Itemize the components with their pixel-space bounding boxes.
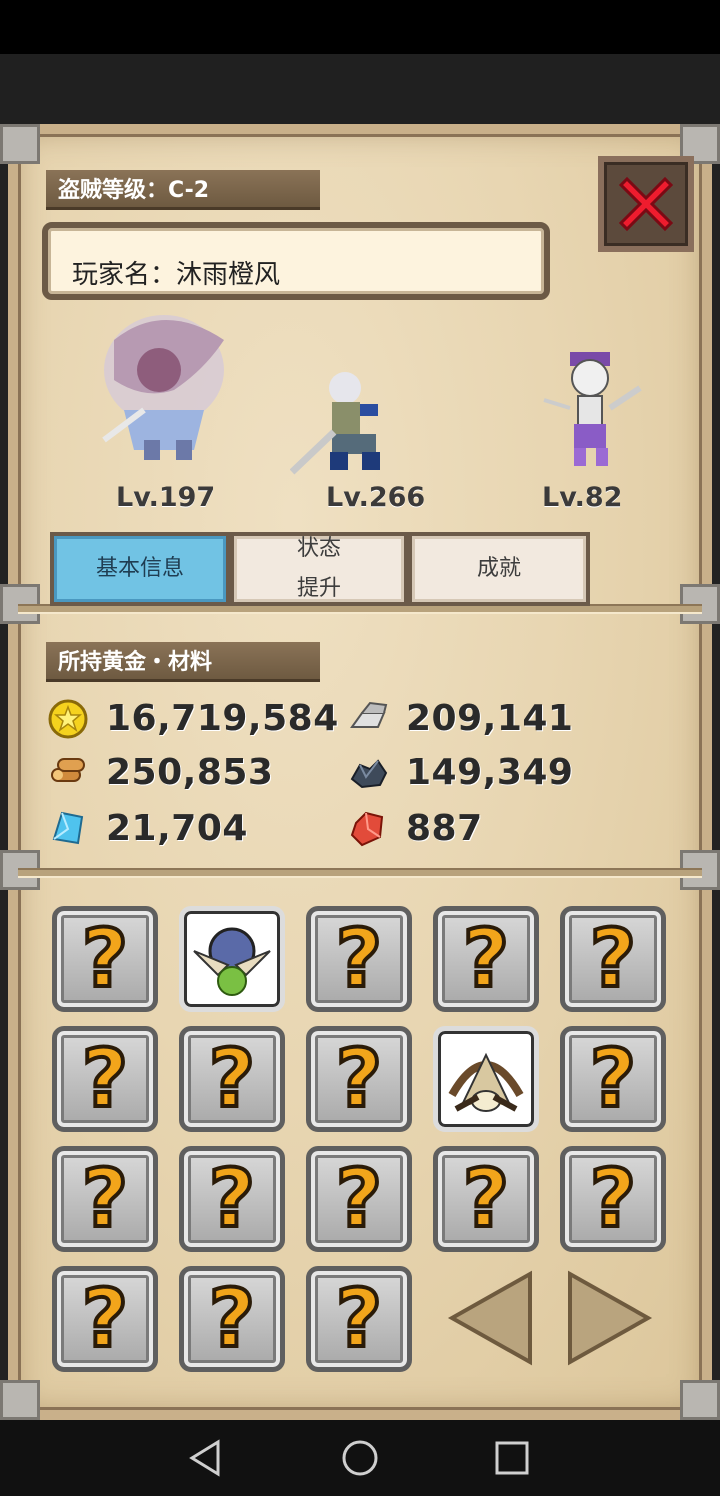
red-gem-icon: [348, 809, 388, 849]
collection-slot-locked[interactable]: ?: [306, 1146, 412, 1252]
question-mark-icon: ?: [80, 1032, 130, 1125]
thief-level-label: 盗贼等级：C-2: [46, 170, 320, 210]
ore-value: 149,349: [406, 752, 574, 793]
question-mark-icon: ?: [588, 912, 638, 1005]
question-mark-icon: ?: [334, 1152, 384, 1245]
home-icon[interactable]: [338, 1436, 382, 1480]
resources-section-title: 所持黄金・材料: [46, 642, 320, 682]
collection-slot-owned[interactable]: [179, 906, 285, 1012]
tab-status-upgrade-line2: 提升: [296, 576, 341, 601]
question-mark-icon: ?: [334, 1272, 384, 1365]
collection-slot-locked[interactable]: ?: [306, 1266, 412, 1372]
gem-row: 887: [348, 808, 483, 849]
gem-value: 887: [406, 808, 483, 849]
question-mark-icon: ?: [80, 1272, 130, 1365]
ore-row: 149,349: [348, 752, 573, 793]
frame-corner: [0, 124, 40, 164]
question-mark-icon: ?: [334, 1032, 384, 1125]
character-level-3: Lv.82: [542, 482, 623, 513]
tab-status-upgrade[interactable]: 状态 提升: [230, 532, 408, 606]
crystal-row: 21,704: [48, 808, 248, 849]
question-mark-icon: ?: [588, 1152, 638, 1245]
recent-apps-icon[interactable]: [490, 1436, 534, 1480]
ore-icon: [348, 753, 388, 793]
tab-status-upgrade-line1: 状态: [296, 536, 341, 561]
frame-corner: [0, 1380, 40, 1420]
werewolf-character[interactable]: [84, 300, 244, 465]
previous-page-arrow-icon[interactable]: [446, 1270, 534, 1366]
gold-value: 16,719,584: [106, 698, 339, 739]
tab-basic-info[interactable]: 基本信息: [50, 532, 230, 606]
collection-slot-locked[interactable]: ?: [179, 1266, 285, 1372]
collection-slot-locked[interactable]: ?: [560, 906, 666, 1012]
collection-slot-owned[interactable]: [433, 1026, 539, 1132]
swordsman-character[interactable]: [290, 368, 410, 476]
section-divider: [18, 868, 702, 878]
question-mark-icon: ?: [207, 1272, 257, 1365]
collection-slot-locked[interactable]: ?: [433, 906, 539, 1012]
status-bar: [0, 0, 720, 54]
question-mark-icon: ?: [207, 1152, 257, 1245]
collection-slot-locked[interactable]: ?: [560, 1026, 666, 1132]
character-level-1: Lv.197: [116, 482, 216, 513]
question-mark-icon: ?: [588, 1032, 638, 1125]
crystal-value: 21,704: [106, 808, 248, 849]
collection-slot-locked[interactable]: ?: [52, 906, 158, 1012]
collection-slot-locked[interactable]: ?: [560, 1146, 666, 1252]
collection-slot-locked[interactable]: ?: [433, 1146, 539, 1252]
system-navigation-bar: [0, 1420, 720, 1496]
gold-row: 16,719,584: [48, 698, 339, 739]
bone-crossbow-emblem-icon: [448, 1052, 524, 1112]
character-level-2: Lv.266: [326, 482, 426, 513]
collection-slot-locked[interactable]: ?: [52, 1146, 158, 1252]
tab-achievements[interactable]: 成就: [408, 532, 590, 606]
collection-slot-locked[interactable]: ?: [179, 1026, 285, 1132]
wood-value: 250,853: [106, 752, 274, 793]
question-mark-icon: ?: [80, 912, 130, 1005]
collection-slot-locked[interactable]: ?: [306, 1026, 412, 1132]
collection-slot-locked[interactable]: ?: [179, 1146, 285, 1252]
frame-corner: [680, 1380, 720, 1420]
collection-slot-locked[interactable]: ?: [52, 1026, 158, 1132]
player-name-box: 玩家名：沐雨橙风: [42, 222, 550, 300]
player-name-label: 玩家名：沐雨橙风: [72, 260, 281, 290]
wood-icon: [48, 753, 88, 793]
skeleton-character[interactable]: [540, 352, 644, 468]
collection-slot-locked[interactable]: ?: [52, 1266, 158, 1372]
question-mark-icon: ?: [80, 1152, 130, 1245]
wood-row: 250,853: [48, 752, 273, 793]
question-mark-icon: ?: [334, 912, 384, 1005]
next-page-arrow-icon[interactable]: [566, 1270, 654, 1366]
crystal-icon: [48, 809, 88, 849]
collection-slot-locked[interactable]: ?: [306, 906, 412, 1012]
back-icon[interactable]: [184, 1436, 228, 1480]
gold-coin-icon: [48, 699, 88, 739]
top-band: [0, 54, 720, 128]
question-mark-icon: ?: [461, 1152, 511, 1245]
question-mark-icon: ?: [461, 912, 511, 1005]
iron-ingot-icon: [348, 699, 388, 739]
close-icon: [618, 176, 674, 232]
iron-value: 209,141: [406, 698, 574, 739]
close-button[interactable]: [598, 156, 694, 252]
skull-wings-emblem-icon: [193, 927, 271, 996]
iron-row: 209,141: [348, 698, 573, 739]
question-mark-icon: ?: [207, 1032, 257, 1125]
game-screen: 盗贼等级：C-2 玩家名：沐雨橙风 Lv.197 Lv.266 Lv.82 基本…: [0, 0, 720, 1496]
